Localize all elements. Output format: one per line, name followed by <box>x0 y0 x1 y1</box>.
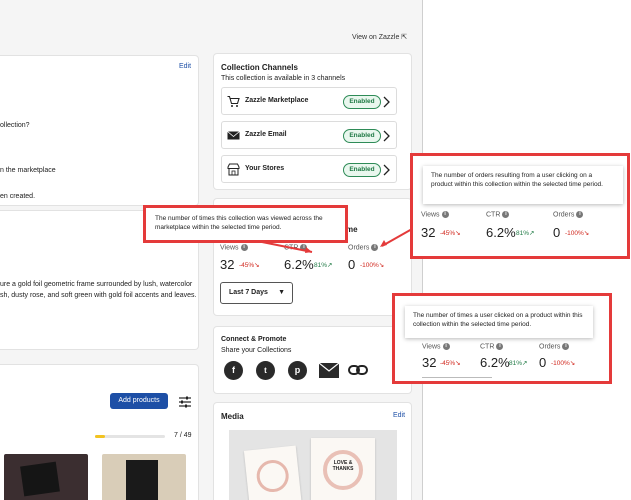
ctr-tooltip-annotation: The number of times a user clicked on a … <box>392 293 612 384</box>
status-badge: Enabled <box>343 129 381 143</box>
views-change: -45%↘ <box>239 262 260 269</box>
ctr-value: 6.2% <box>284 257 314 272</box>
date-range-select[interactable]: Last 7 Days ▼ <box>220 282 293 304</box>
chevron-right-icon <box>383 164 390 176</box>
orders-label: Orders i <box>539 343 570 350</box>
orders-tooltip-annotation: The number of orders resulting from a us… <box>410 153 630 259</box>
views-value: 32 <box>422 355 437 370</box>
orders-label: Orders i <box>553 211 584 218</box>
products-card: Add products 7 / 49 <box>0 364 199 500</box>
tooltip-divider <box>422 377 492 378</box>
orders-label: Orders i <box>348 244 379 251</box>
tooltip-pointer-orders <box>380 228 413 247</box>
orders-value: 0 <box>539 355 547 370</box>
product-thumbnail-2[interactable] <box>102 454 186 500</box>
filter-sliders-icon[interactable] <box>179 396 191 408</box>
pinterest-icon[interactable]: p <box>288 361 307 380</box>
views-change: -45%↘ <box>440 360 461 367</box>
views-change: -45%↘ <box>440 230 461 237</box>
caret-down-icon: ▼ <box>278 289 285 296</box>
info-icon[interactable]: i <box>442 343 450 350</box>
ctr-value: 6.2% <box>480 355 510 370</box>
email-icon[interactable] <box>319 363 339 378</box>
orders-change: -100%↘ <box>551 360 576 367</box>
connect-title: Connect & Promote <box>221 336 287 343</box>
channel-zazzle-marketplace[interactable]: Zazzle Marketplace Enabled <box>221 87 397 115</box>
info-icon[interactable]: i <box>562 343 570 350</box>
views-label: Views i <box>220 244 248 251</box>
channel-label: Zazzle Marketplace <box>245 97 309 104</box>
channels-title: Collection Channels <box>221 63 298 72</box>
details-edit-link[interactable]: Edit <box>179 63 191 70</box>
collection-channels-card: Collection Channels This collection is a… <box>213 53 412 190</box>
mail-icon <box>227 131 240 140</box>
description-line-2: sh, dusty rose, and soft green with gold… <box>0 292 197 299</box>
media-title: Media <box>221 412 244 421</box>
media-image[interactable]: LOVE & THANKS <box>229 430 397 500</box>
progress-fill <box>95 435 105 438</box>
views-tooltip-annotation: The number of times this collection was … <box>143 205 348 243</box>
views-label: Views i <box>421 211 449 218</box>
facebook-icon[interactable]: f <box>224 361 243 380</box>
ctr-change: 81%↗ <box>314 262 333 269</box>
channel-label: Zazzle Email <box>245 131 287 138</box>
info-icon[interactable]: i <box>576 211 584 218</box>
views-label: Views i <box>422 343 450 350</box>
media-card: Media Edit LOVE & THANKS <box>213 402 412 500</box>
orders-change: -100%↘ <box>565 230 590 237</box>
ctr-change: 81%↗ <box>516 230 535 237</box>
details-line-1: ollection? <box>0 122 30 129</box>
status-badge: Enabled <box>343 163 381 177</box>
description-line-1: ure a gold foil geometric frame surround… <box>0 281 193 288</box>
view-on-zazzle-link[interactable]: View on Zazzle ⇱ <box>352 33 407 41</box>
external-link-icon: ⇱ <box>401 34 408 41</box>
ctr-change: 81%↗ <box>509 360 528 367</box>
info-icon[interactable]: i <box>502 211 510 218</box>
twitter-icon[interactable]: t <box>256 361 275 380</box>
info-icon[interactable]: i <box>441 211 449 218</box>
views-value: 32 <box>421 225 436 240</box>
ctr-value: 6.2% <box>486 225 516 240</box>
orders-tooltip: The number of orders resulting from a us… <box>423 166 623 204</box>
channel-zazzle-email[interactable]: Zazzle Email Enabled <box>221 121 397 149</box>
channel-label: Your Stores <box>245 165 285 172</box>
store-icon <box>227 163 240 176</box>
product-thumbnail-1[interactable] <box>4 454 88 500</box>
chevron-right-icon <box>383 96 390 108</box>
status-badge: Enabled <box>343 95 381 109</box>
orders-value: 0 <box>348 257 356 272</box>
channels-subtitle: This collection is available in 3 channe… <box>221 75 346 82</box>
progress-track <box>95 435 165 438</box>
progress-count: 7 / 49 <box>174 432 192 439</box>
tooltip-pointer-views <box>261 241 313 253</box>
ctr-label: CTRi <box>480 343 504 350</box>
connect-promote-card: Connect & Promote Share your Collections <box>213 326 412 394</box>
info-icon[interactable]: i <box>496 343 504 350</box>
details-line-3: en created. <box>0 193 36 200</box>
channel-your-stores[interactable]: Your Stores Enabled <box>221 155 397 183</box>
info-icon[interactable]: i <box>240 244 248 251</box>
collection-details-card: Edit ollection? n the marketplace en cre… <box>0 55 199 206</box>
connect-subtitle: Share your Collections <box>221 347 292 354</box>
ctr-tooltip: The number of times a user clicked on a … <box>405 306 593 338</box>
add-products-button[interactable]: Add products <box>110 393 168 409</box>
media-edit-link[interactable]: Edit <box>393 412 405 419</box>
chevron-right-icon <box>383 130 390 142</box>
views-value: 32 <box>220 257 235 272</box>
orders-value: 0 <box>553 225 561 240</box>
views-tooltip: The number of times this collection was … <box>147 209 344 239</box>
details-line-2: n the marketplace <box>0 167 56 174</box>
orders-change: -100%↘ <box>360 262 385 269</box>
cart-icon <box>227 95 240 107</box>
media-card-text: LOVE & THANKS <box>332 460 354 472</box>
link-icon[interactable] <box>348 363 368 377</box>
ctr-label: CTRi <box>486 211 510 218</box>
